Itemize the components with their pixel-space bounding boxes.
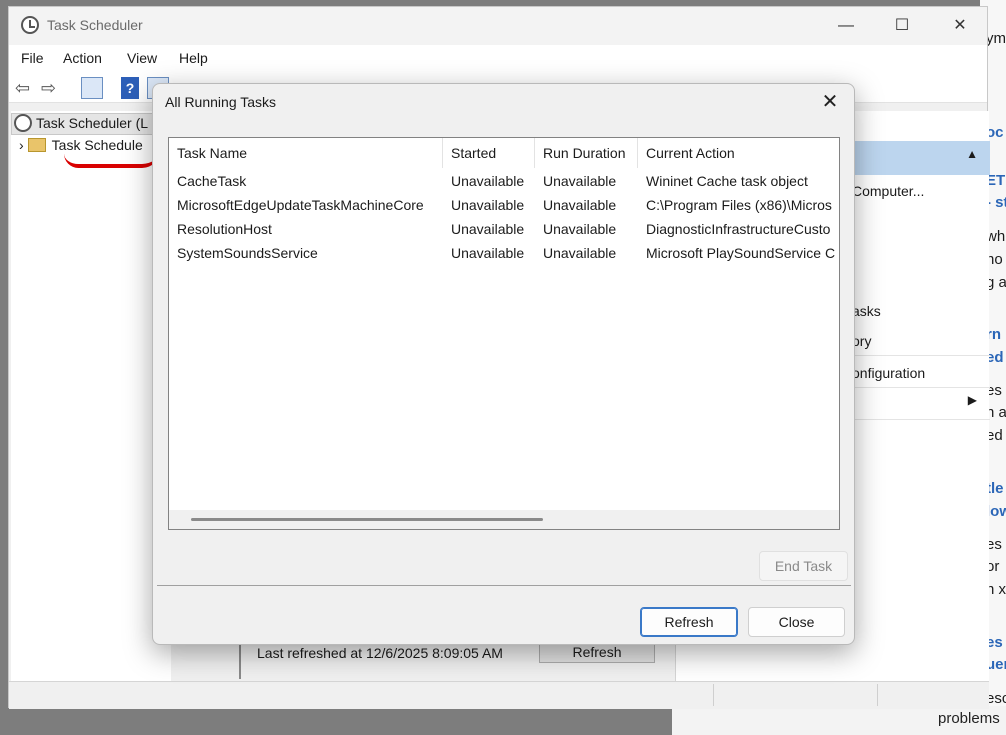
- bg-text: - st: [986, 194, 1006, 211]
- divider: [852, 355, 990, 356]
- collapse-triangle-icon[interactable]: ▲: [966, 147, 978, 161]
- divider: [852, 387, 990, 388]
- action-item[interactable]: Computer...: [852, 183, 924, 199]
- current-action-cell: Microsoft PlaySoundService C: [646, 245, 836, 261]
- list-header: Task Name Started Run Duration Current A…: [169, 138, 839, 168]
- horizontal-scrollbar[interactable]: [169, 510, 839, 529]
- tree-root-label: Task Scheduler (L: [36, 115, 149, 131]
- last-refreshed-text: Last refreshed at 12/6/2025 8:09:05 AM: [257, 645, 503, 661]
- folder-icon: [27, 138, 46, 152]
- submenu-arrow-icon[interactable]: ▶: [968, 393, 977, 407]
- bg-bottom-text: problems: [938, 710, 1000, 727]
- task-name-cell: CacheTask: [177, 173, 247, 189]
- help-icon[interactable]: ?: [121, 77, 139, 99]
- refresh-button[interactable]: Refresh: [640, 607, 738, 637]
- running-tasks-list[interactable]: Task Name Started Run Duration Current A…: [168, 137, 840, 530]
- console-tree: Task Scheduler (L › Task Schedule: [11, 111, 171, 681]
- clock-icon: [21, 16, 39, 34]
- run-duration-cell: Unavailable: [543, 197, 617, 213]
- column-header-current-action[interactable]: Current Action: [638, 138, 839, 168]
- started-cell: Unavailable: [451, 245, 525, 261]
- bg-text: low: [986, 503, 1006, 520]
- back-arrow-icon[interactable]: ⇦: [15, 77, 30, 99]
- all-running-tasks-dialog: All Running Tasks ✕ Task Name Started Ru…: [152, 83, 855, 645]
- window-title: Task Scheduler: [47, 17, 143, 33]
- status-bar: [9, 681, 989, 709]
- menu-help[interactable]: Help: [179, 50, 208, 66]
- forward-arrow-icon[interactable]: ⇨: [41, 77, 56, 99]
- started-cell: Unavailable: [451, 221, 525, 237]
- status-divider: [713, 684, 714, 706]
- minimize-button[interactable]: —: [823, 11, 869, 41]
- dialog-title: All Running Tasks: [165, 94, 277, 110]
- menu-file[interactable]: File: [21, 50, 44, 66]
- started-cell: Unavailable: [451, 197, 525, 213]
- action-item[interactable]: asks: [852, 303, 881, 319]
- red-annotation-underline: [64, 150, 160, 168]
- menu-action[interactable]: Action: [63, 50, 102, 66]
- table-row[interactable]: SystemSoundsService Unavailable Unavaila…: [169, 241, 839, 265]
- title-bar[interactable]: Task Scheduler — ☐ ✕: [9, 7, 987, 45]
- close-window-button[interactable]: ✕: [937, 11, 983, 41]
- column-header-task-name[interactable]: Task Name: [169, 138, 443, 168]
- maximize-button[interactable]: ☐: [879, 11, 925, 41]
- current-action-cell: C:\Program Files (x86)\Micros: [646, 197, 832, 213]
- menu-view[interactable]: View: [127, 50, 157, 66]
- table-row[interactable]: ResolutionHost Unavailable Unavailable D…: [169, 217, 839, 241]
- bg-text: esc: [986, 690, 1006, 707]
- dialog-close-icon[interactable]: ✕: [816, 88, 844, 116]
- task-name-cell: ResolutionHost: [177, 221, 272, 237]
- tree-item-root[interactable]: Task Scheduler (L: [11, 113, 169, 135]
- bg-text: ym: [986, 30, 1006, 47]
- clock-icon: [14, 114, 32, 132]
- action-item[interactable]: onfiguration: [852, 365, 925, 381]
- status-divider: [877, 684, 878, 706]
- expand-chevron-icon[interactable]: ›: [19, 137, 24, 153]
- table-row[interactable]: MicrosoftEdgeUpdateTaskMachineCore Unava…: [169, 193, 839, 217]
- dialog-divider: [157, 585, 851, 586]
- close-button[interactable]: Close: [748, 607, 845, 637]
- bg-text: n x: [986, 581, 1006, 598]
- show-hide-console-tree-icon[interactable]: [81, 77, 103, 99]
- current-action-cell: DiagnosticInfrastructureCusto: [646, 221, 831, 237]
- current-action-cell: Wininet Cache task object: [646, 173, 808, 189]
- menu-bar: File Action View Help: [9, 45, 987, 73]
- table-row[interactable]: CacheTask Unavailable Unavailable Winine…: [169, 169, 839, 193]
- task-name-cell: MicrosoftEdgeUpdateTaskMachineCore: [177, 197, 424, 213]
- run-duration-cell: Unavailable: [543, 173, 617, 189]
- bg-text: uer: [986, 656, 1006, 673]
- run-duration-cell: Unavailable: [543, 245, 617, 261]
- background-page-footer: problems: [672, 706, 1006, 735]
- column-header-run-duration[interactable]: Run Duration: [535, 138, 638, 168]
- task-name-cell: SystemSoundsService: [177, 245, 318, 261]
- run-duration-cell: Unavailable: [543, 221, 617, 237]
- started-cell: Unavailable: [451, 173, 525, 189]
- end-task-button[interactable]: End Task: [759, 551, 848, 581]
- divider: [852, 419, 990, 420]
- bg-text: g a: [986, 274, 1006, 291]
- column-header-started[interactable]: Started: [443, 138, 535, 168]
- scrollbar-thumb[interactable]: [191, 518, 543, 521]
